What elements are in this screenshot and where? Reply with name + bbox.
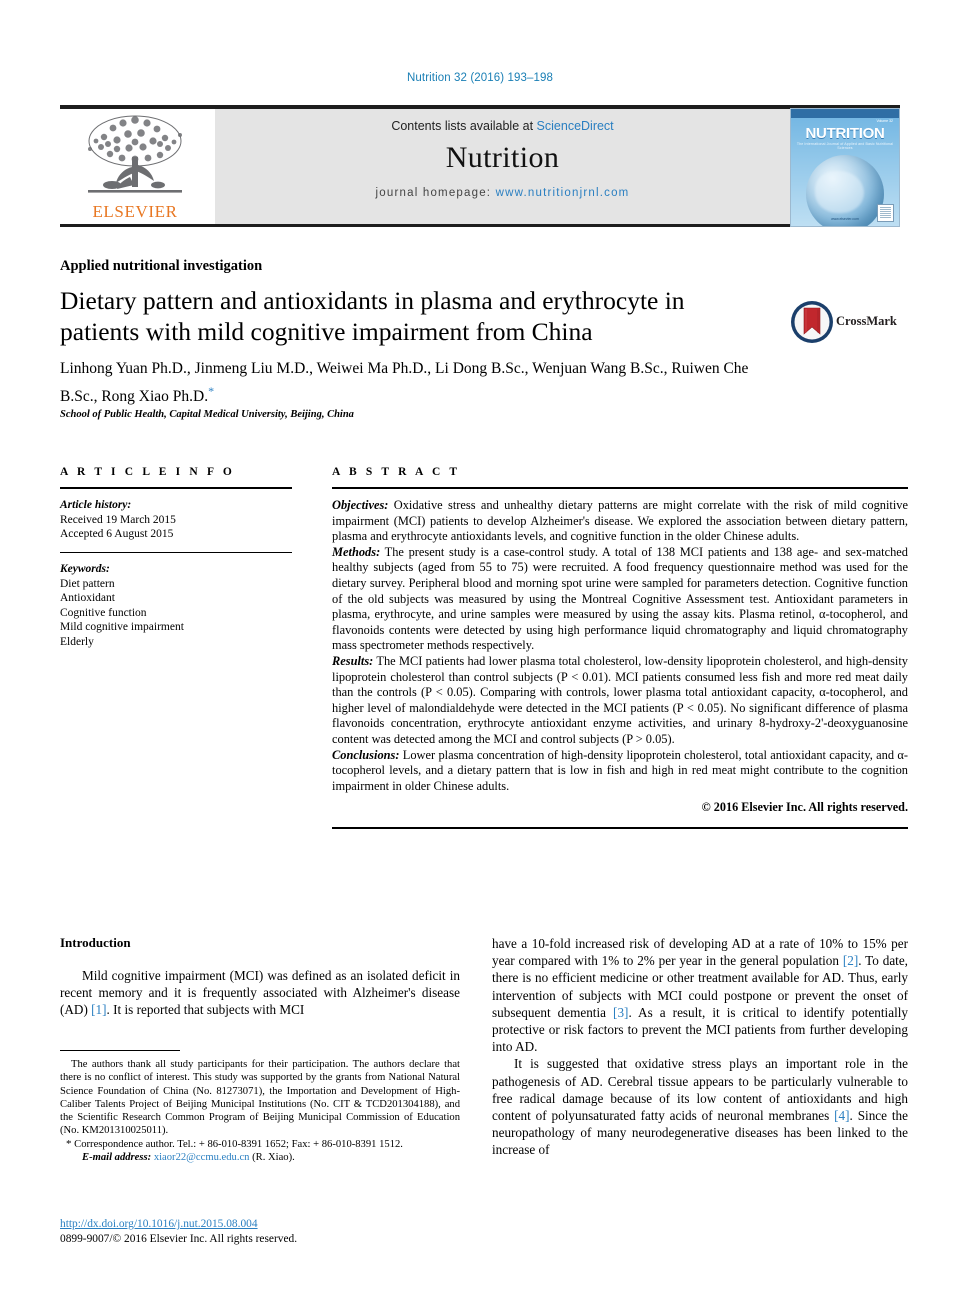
keywords-block: Keywords: Diet pattern Antioxidant Cogni… [60, 562, 292, 649]
author-list: Linhong Yuan Ph.D., Jinmeng Liu M.D., We… [60, 358, 780, 408]
crossmark-badge[interactable]: CrossMark [790, 300, 908, 346]
abstract-text-methods: The present study is a case-control stud… [332, 544, 908, 653]
crossmark-label: CrossMark [836, 314, 897, 328]
abstract-column: A B S T R A C T Objectives: Oxidative st… [332, 466, 908, 829]
article-info-heading: A R T I C L E I N F O [60, 466, 235, 478]
journal-title: Nutrition [445, 141, 560, 174]
abstract-lead-methods: Methods: [332, 544, 381, 559]
article-page: Nutrition 32 (2016) 193–198 ELSEVIER Con… [0, 0, 960, 1290]
citation-ref-2[interactable]: [2] [843, 953, 858, 968]
running-head: Nutrition 32 (2016) 193–198 [407, 72, 553, 84]
elsevier-wordmark: ELSEVIER [92, 202, 178, 221]
article-info-rule [60, 487, 292, 489]
article-received-date: Received 19 March 2015 [60, 513, 176, 526]
article-section-label: Applied nutritional investigation [60, 258, 263, 274]
elsevier-logo: ELSEVIER [60, 111, 210, 223]
footnote-acknowledgement: The authors thank all study participants… [60, 1059, 460, 1137]
corresponding-author-marker: * [208, 384, 215, 398]
journal-masthead: ELSEVIER Contents lists available at Sci… [60, 105, 900, 227]
doi-link[interactable]: http://dx.doi.org/10.1016/j.nut.2015.08.… [60, 1217, 460, 1232]
intro-text-b: . It is reported that subjects with MCI [106, 1002, 305, 1018]
cover-volume-label: Volume 32 [876, 119, 893, 123]
keyword-item: Mild cognitive impairment [60, 621, 184, 633]
article-title: Dietary pattern and antioxidants in plas… [60, 286, 685, 346]
article-history-label: Article history: [60, 499, 132, 511]
journal-cover-thumbnail: Volume 32 NUTRITION The International Jo… [790, 108, 900, 227]
introduction-heading: Introduction [60, 935, 131, 950]
keyword-item: Antioxidant [60, 592, 115, 604]
intro-paragraph-right-2: It is suggested that oxidative stress pl… [492, 1055, 908, 1158]
citation-ref-3[interactable]: [3] [613, 1005, 628, 1020]
journal-homepage-line: journal homepage: www.nutritionjrnl.com [215, 187, 790, 199]
footnote-divider [60, 1050, 180, 1051]
contents-lists-prefix: Contents lists available at [391, 119, 534, 133]
doi-block: http://dx.doi.org/10.1016/j.nut.2015.08.… [60, 1217, 460, 1247]
email-address-link[interactable]: xiaor22@ccmu.edu.cn [154, 1152, 250, 1163]
abstract-section-results: Results: The MCI patients had lower plas… [332, 654, 908, 748]
abstract-section-objectives: Objectives: Oxidative stress and unhealt… [332, 498, 908, 545]
abstract-heading: A B S T R A C T [332, 466, 461, 478]
abstract-text-results: The MCI patients had lower plasma total … [332, 653, 908, 746]
keywords-rule [60, 551, 292, 553]
homepage-prefix: journal homepage: [375, 187, 492, 199]
footnote-block: The authors thank all study participants… [60, 1058, 460, 1164]
abstract-rule [332, 487, 908, 489]
footnote-star-marker: * [66, 1137, 72, 1150]
article-info-column: A R T I C L E I N F O Article history: R… [60, 466, 292, 649]
keyword-item: Cognitive function [60, 606, 147, 619]
abstract-copyright: © 2016 Elsevier Inc. All rights reserved… [701, 800, 908, 815]
keyword-item: Elderly [60, 635, 94, 648]
abstract-lead-conclusions: Conclusions: [332, 747, 400, 762]
abstract-lead-objectives: Objectives: [332, 498, 389, 512]
abstract-text-objectives: Oxidative stress and unhealthy dietary p… [332, 498, 908, 544]
body-left-column: Introduction Mild cognitive impairment (… [60, 935, 460, 1019]
abstract-section-conclusions: Conclusions: Lower plasma concentration … [332, 748, 908, 795]
author-names: Linhong Yuan Ph.D., Jinmeng Liu M.D., We… [60, 360, 749, 406]
abstract-body: Objectives: Oxidative stress and unhealt… [332, 498, 908, 794]
masthead-bottom-rule [60, 224, 900, 227]
email-address-suffix: (R. Xiao). [249, 1152, 295, 1164]
abstract-bottom-rule [332, 827, 908, 829]
crossmark-icon [791, 301, 833, 343]
cover-top-bar [791, 109, 899, 118]
author-affiliation: School of Public Health, Capital Medical… [60, 409, 354, 420]
elsevier-tree-icon [88, 115, 182, 193]
footnote-correspondence: * Correspondence author. Tel.: + 86-010-… [60, 1138, 460, 1151]
intro-paragraph-left: Mild cognitive impairment (MCI) was defi… [60, 967, 460, 1019]
contents-lists-line: Contents lists available at ScienceDirec… [215, 119, 790, 133]
cover-subtitle: The International Journal of Applied and… [796, 142, 894, 150]
footnote-correspondence-text: Correspondence author. Tel.: + 86-010-83… [74, 1138, 403, 1150]
article-accepted-date: Accepted 6 August 2015 [60, 528, 174, 540]
abstract-lead-results: Results: [332, 653, 374, 668]
issn-copyright-line: 0899-9007/© 2016 Elsevier Inc. All right… [60, 1233, 298, 1245]
body-right-column: have a 10-fold increased risk of develop… [492, 935, 908, 1159]
cover-barcode-badge [877, 204, 894, 222]
cover-title: NUTRITION [805, 125, 885, 142]
keyword-item: Diet pattern [60, 577, 115, 590]
footnote-email-line: E-mail address: xiaor22@ccmu.edu.cn (R. … [60, 1151, 460, 1164]
homepage-url-link[interactable]: www.nutritionjrnl.com [496, 187, 630, 199]
masthead-center-band: Contents lists available at ScienceDirec… [215, 109, 790, 224]
abstract-text-conclusions: Lower plasma concentration of high-densi… [332, 747, 908, 793]
sciencedirect-link[interactable]: ScienceDirect [537, 119, 614, 133]
intro-paragraph-right-1: have a 10-fold increased risk of develop… [492, 935, 908, 1055]
cover-barcode-lines [880, 207, 891, 219]
article-history-block: Article history: Received 19 March 2015 … [60, 498, 292, 542]
citation-ref-4[interactable]: [4] [834, 1108, 849, 1123]
email-address-label: E-mail address: [82, 1152, 152, 1164]
abstract-section-methods: Methods: The present study is a case-con… [332, 545, 908, 654]
keywords-label: Keywords: [60, 563, 110, 575]
citation-ref-1[interactable]: [1] [91, 1002, 106, 1017]
